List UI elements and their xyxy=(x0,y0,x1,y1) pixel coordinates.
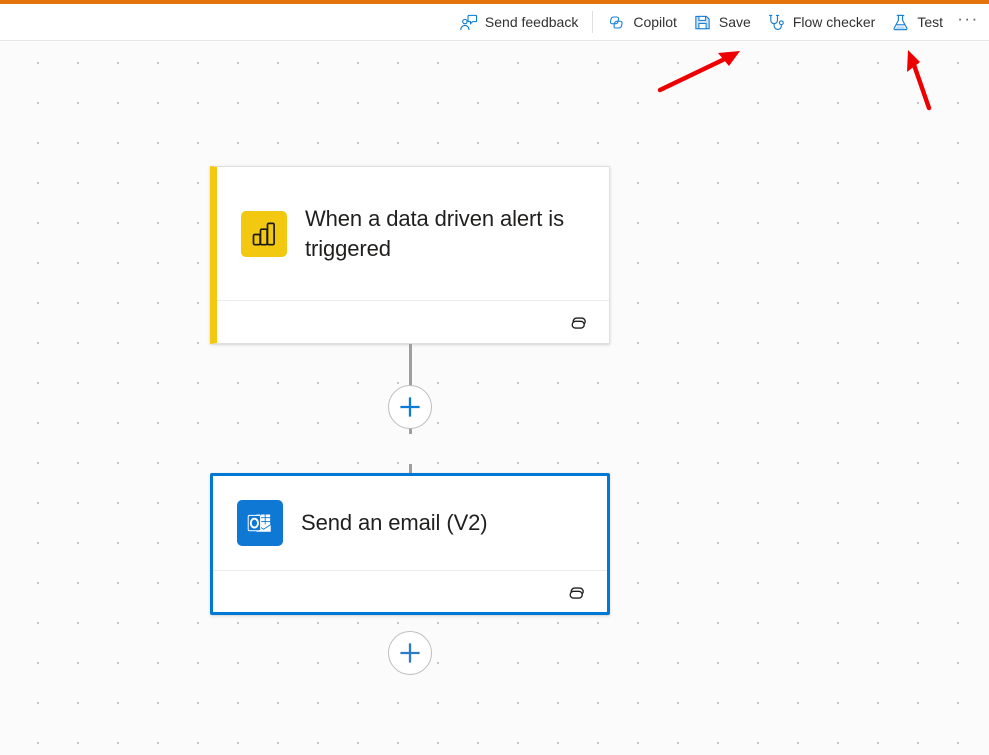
trigger-card-title: When a data driven alert is triggered xyxy=(305,206,564,261)
plus-icon xyxy=(400,643,420,663)
flow-node-send-email[interactable]: Send an email (V2) xyxy=(210,473,610,615)
save-floppy-icon xyxy=(693,13,712,32)
insert-step-button-end[interactable] xyxy=(388,631,432,675)
flow-node-trigger[interactable]: When a data driven alert is triggered xyxy=(210,166,610,344)
test-button[interactable]: Test xyxy=(883,7,951,37)
test-label: Test xyxy=(917,14,943,30)
action-card-body: Send an email (V2) xyxy=(213,476,607,570)
flow-canvas[interactable]: When a data driven alert is triggered Se… xyxy=(0,41,989,755)
link-chain-icon[interactable] xyxy=(567,311,591,335)
action-card-title: Send an email (V2) xyxy=(301,510,488,536)
save-button[interactable]: Save xyxy=(685,7,759,37)
copilot-button[interactable]: Copilot xyxy=(599,7,685,37)
command-bar: Send feedback Copilot Save Flow checker … xyxy=(0,4,989,41)
overflow-menu-button[interactable]: ··· xyxy=(953,7,983,37)
copilot-label: Copilot xyxy=(633,14,677,30)
save-label: Save xyxy=(718,14,751,30)
link-chain-icon[interactable] xyxy=(565,581,589,605)
overflow-dots-icon: ··· xyxy=(957,8,979,28)
beaker-flask-icon xyxy=(891,13,910,32)
flow-designer-screen: Send feedback Copilot Save Flow checker … xyxy=(0,0,989,755)
copilot-icon xyxy=(607,13,626,32)
trigger-card-body: When a data driven alert is triggered xyxy=(217,167,609,300)
trigger-card-footer xyxy=(217,300,609,344)
powerbi-icon xyxy=(241,210,287,257)
send-feedback-button[interactable]: Send feedback xyxy=(451,7,586,37)
stethoscope-icon xyxy=(767,13,786,32)
plus-icon xyxy=(400,397,420,417)
flow-checker-label: Flow checker xyxy=(792,14,876,30)
send-feedback-label: Send feedback xyxy=(484,14,579,30)
insert-step-button-between[interactable] xyxy=(388,385,432,429)
action-card-footer xyxy=(213,570,607,615)
flow-checker-button[interactable]: Flow checker xyxy=(759,7,883,37)
command-bar-divider xyxy=(592,11,594,33)
outlook-icon xyxy=(237,500,283,546)
top-accent-bar xyxy=(0,0,989,4)
feedback-person-icon xyxy=(459,13,478,32)
